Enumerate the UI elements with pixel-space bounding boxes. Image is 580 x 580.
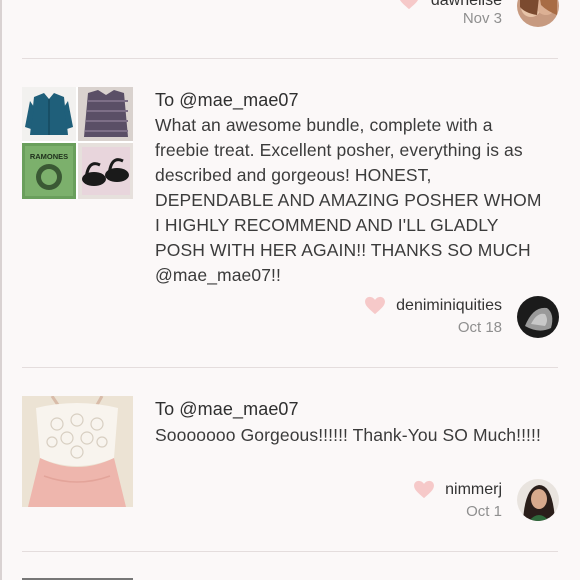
tee-print-text: RAMONES xyxy=(30,152,68,161)
date-label: Nov 3 xyxy=(462,10,502,27)
like-row: nimmerj xyxy=(413,480,502,499)
like-row: dawnelise xyxy=(398,0,502,10)
left-border xyxy=(0,0,2,580)
heart-icon[interactable] xyxy=(413,480,435,499)
love-notes-feed: dawnelise Nov 3 RAMONES To @mae_mae07 Wh… xyxy=(0,0,580,580)
listing-thumbnail[interactable]: RAMONES xyxy=(22,87,133,199)
avatar[interactable] xyxy=(517,0,559,27)
heart-icon[interactable] xyxy=(398,0,420,10)
username-link[interactable]: nimmerj xyxy=(445,481,502,498)
recipient-label[interactable]: To @mae_mae07 xyxy=(155,90,299,111)
date-label: Oct 18 xyxy=(457,319,502,336)
avatar[interactable] xyxy=(517,296,559,338)
listing-thumbnail[interactable] xyxy=(22,396,133,507)
comment-text: Sooooooo Gorgeous!!!!!! Thank-You SO Muc… xyxy=(155,425,541,445)
divider xyxy=(22,58,558,59)
heart-icon[interactable] xyxy=(364,296,386,315)
divider xyxy=(22,367,558,368)
divider xyxy=(22,551,558,552)
like-row: deniminiquities xyxy=(364,296,502,315)
username-link[interactable]: dawnelise xyxy=(431,0,502,9)
comment-text: What an awesome bundle, complete with a … xyxy=(155,115,542,285)
username-link[interactable]: deniminiquities xyxy=(396,297,502,314)
date-label: Oct 1 xyxy=(466,503,502,520)
avatar[interactable] xyxy=(517,479,559,521)
recipient-label[interactable]: To @mae_mae07 xyxy=(155,399,299,420)
